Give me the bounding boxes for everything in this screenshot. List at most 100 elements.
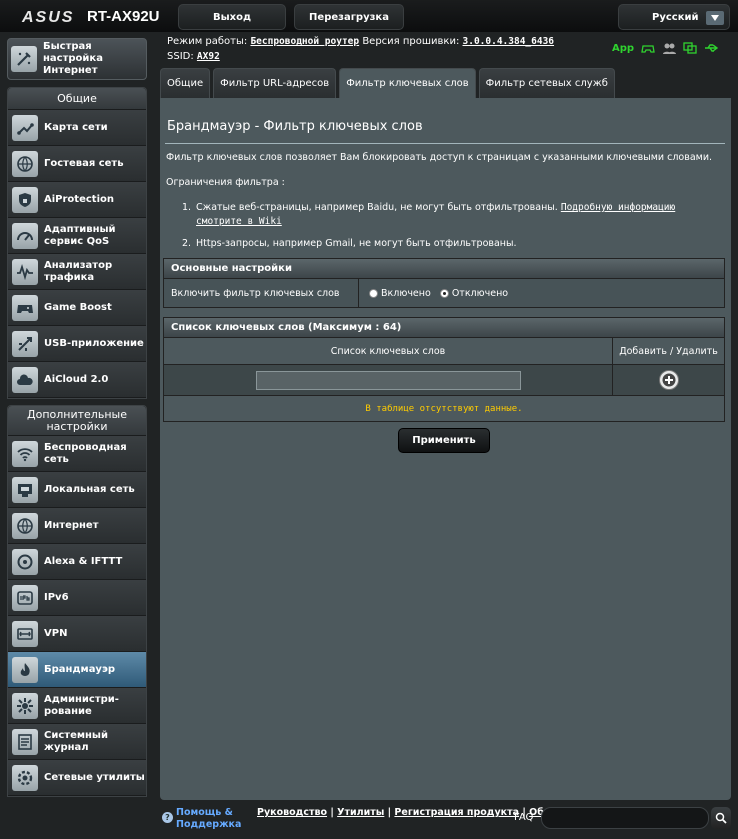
sidebar-advanced-group: Дополнительные настройки Беспроводная се… [7, 405, 147, 797]
sidebar-item-label: Системный журнал [44, 729, 108, 753]
limit-note-1: 1. Сжатые веб-страницы, например Baidu, … [182, 201, 722, 229]
sidebar-item-label: Локальная сеть [44, 483, 135, 495]
faq-search-button[interactable] [711, 807, 731, 829]
note-2-number: 2. [182, 238, 192, 249]
note-1-number: 1. [182, 202, 192, 213]
tab-keyword-filter[interactable]: Фильтр ключевых слов [339, 68, 476, 98]
sidebar-item-advanced-2[interactable]: Интернет [8, 508, 146, 544]
asus-logo: ASUS [22, 9, 75, 26]
gamepad-status-icon[interactable] [641, 42, 655, 54]
sidebar-item-label: AiProtection [44, 193, 114, 205]
page-title: Брандмауэр - Фильтр ключевых слов [167, 119, 423, 134]
utilities-link[interactable]: Утилиты [337, 807, 384, 818]
sidebar-item-advanced-3[interactable]: Alexa & IFTTT [8, 544, 146, 580]
sidebar-item-advanced-7[interactable]: Администри-рование [8, 688, 146, 724]
sidebar-item-general-2[interactable]: AiProtection [8, 182, 146, 218]
sidebar-item-advanced-9[interactable]: Сетевые утилиты [8, 760, 146, 796]
note-2-text: Https-запросы, например Gmail, не могут … [196, 238, 517, 249]
basic-settings-header: Основные настройки [164, 259, 724, 279]
ssid-link[interactable]: AX92 [197, 51, 220, 62]
sidebar-item-advanced-1[interactable]: Локальная сеть [8, 472, 146, 508]
sidebar-item-advanced-4[interactable]: IPv6 [8, 580, 146, 616]
sidebar-item-label: Администри-рование [44, 693, 119, 717]
usb-icon [12, 330, 38, 357]
tab-url-filter[interactable]: Фильтр URL-адресов [213, 68, 337, 98]
sidebar-item-general-1[interactable]: Гостевая сеть [8, 146, 146, 182]
sidebar-item-label: Карта сети [44, 121, 108, 133]
ssid-label: SSID: [167, 51, 194, 62]
sidebar-item-label: Интернет [44, 519, 99, 531]
radio-disabled-label: Отключено [451, 287, 509, 299]
keyword-input[interactable] [255, 370, 521, 390]
firmware-link[interactable]: 3.0.0.4.384_6436 [463, 36, 555, 47]
sidebar-item-advanced-0[interactable]: Беспроводная сеть [8, 436, 146, 472]
vpn-icon [12, 620, 38, 647]
status-icons: App [612, 42, 719, 54]
enable-filter-options: Включено Отключено [359, 279, 514, 307]
tools-icon [12, 764, 38, 791]
ipv6-icon [12, 584, 38, 611]
keyword-input-row [164, 365, 724, 396]
mode-label: Режим работы: [167, 36, 248, 47]
tab-network-services-filter[interactable]: Фильтр сетевых служб [478, 68, 615, 98]
mode-link[interactable]: Беспроводной роутер [250, 36, 359, 47]
tab-general[interactable]: Общие [160, 68, 211, 98]
keyword-list-columns: Список ключевых слов Добавить / Удалить [164, 338, 724, 365]
sidebar-item-general-0[interactable]: Карта сети [8, 110, 146, 146]
copy-status-icon[interactable] [683, 42, 697, 54]
sidebar-item-advanced-8[interactable]: Системный журнал [8, 724, 146, 760]
limits-title: Ограничения фильтра : [166, 177, 285, 188]
sidebar-item-label: Брандмауэр [44, 663, 116, 675]
network-map-icon [12, 114, 38, 141]
keyword-list-table: Список ключевых слов (Максимум : 64) Спи… [163, 317, 725, 422]
faq-search-input[interactable] [541, 807, 709, 829]
sidebar-general-group: Общие Карта сети Гостевая сеть AiProtectio… [7, 87, 147, 399]
sidebar-item-label: AiCloud 2.0 [44, 373, 109, 385]
globe-icon [12, 512, 38, 539]
sidebar-general-title: Общие [8, 88, 146, 110]
sidebar-item-general-4[interactable]: Анализатор трафика [8, 254, 146, 290]
reboot-button[interactable]: Перезагрузка [294, 4, 404, 30]
sidebar-item-label: Alexa & IFTTT [44, 555, 123, 567]
search-icon [715, 812, 727, 824]
sidebar-item-general-3[interactable]: Адаптивный сервис QoS [8, 218, 146, 254]
info-line-mode: Режим работы: Беспроводной роутер Версия… [167, 36, 554, 47]
add-cell [613, 365, 724, 395]
sidebar-item-advanced-6[interactable]: Брандмауэр [8, 652, 146, 688]
registration-link[interactable]: Регистрация продукта [394, 807, 519, 818]
empty-table-message: В таблице отсутствуют данные. [164, 396, 724, 421]
apply-button[interactable]: Применить [398, 428, 490, 453]
radio-disabled[interactable] [439, 288, 449, 298]
model-name: RT-AX92U [87, 8, 160, 25]
description: Фильтр ключевых слов позволяет Вам блоки… [166, 152, 713, 163]
enable-filter-row: Включить фильтр ключевых слов Включено О… [164, 279, 724, 307]
clients-icon[interactable] [662, 42, 677, 54]
quick-setup-button[interactable]: Быстрая настройка Интернет [7, 38, 147, 80]
globe-icon [12, 150, 38, 177]
sidebar-item-general-7[interactable]: AiCloud 2.0 [8, 362, 146, 398]
sidebar-item-label: Беспроводная сеть [44, 441, 127, 465]
help-support-link[interactable]: Помощь & Поддержка [176, 807, 246, 831]
usb-status-icon[interactable] [704, 42, 719, 54]
add-keyword-button[interactable] [658, 370, 679, 390]
sidebar-item-general-5[interactable]: Game Boost [8, 290, 146, 326]
gamepad-icon [12, 294, 38, 321]
sidebar-advanced-title: Дополнительные настройки [8, 406, 146, 436]
sidebar-item-general-6[interactable]: USB-приложение [8, 326, 146, 362]
language-select[interactable]: Русский [618, 4, 730, 30]
limit-note-2: 2. Https-запросы, например Gmail, не мог… [182, 237, 722, 251]
app-link[interactable]: App [612, 43, 634, 54]
radio-enabled[interactable] [369, 288, 378, 298]
manual-link[interactable]: Руководство [257, 807, 327, 818]
quick-setup-label: Быстрая настройка Интернет [43, 41, 103, 76]
admin-icon [12, 692, 38, 719]
column-keywords: Список ключевых слов [164, 338, 613, 364]
keyword-input-cell [164, 365, 613, 395]
note-1-text: Сжатые веб-страницы, например Baidu, не … [196, 202, 558, 213]
sidebar-item-advanced-5[interactable]: VPN [8, 616, 146, 652]
basic-settings-table: Основные настройки Включить фильтр ключе… [163, 258, 725, 308]
info-line-ssid: SSID: AX92 [167, 51, 220, 62]
sidebar-item-label: Адаптивный сервис QoS [44, 223, 116, 247]
logout-button[interactable]: Выход [178, 4, 286, 30]
firewall-icon [12, 656, 38, 683]
